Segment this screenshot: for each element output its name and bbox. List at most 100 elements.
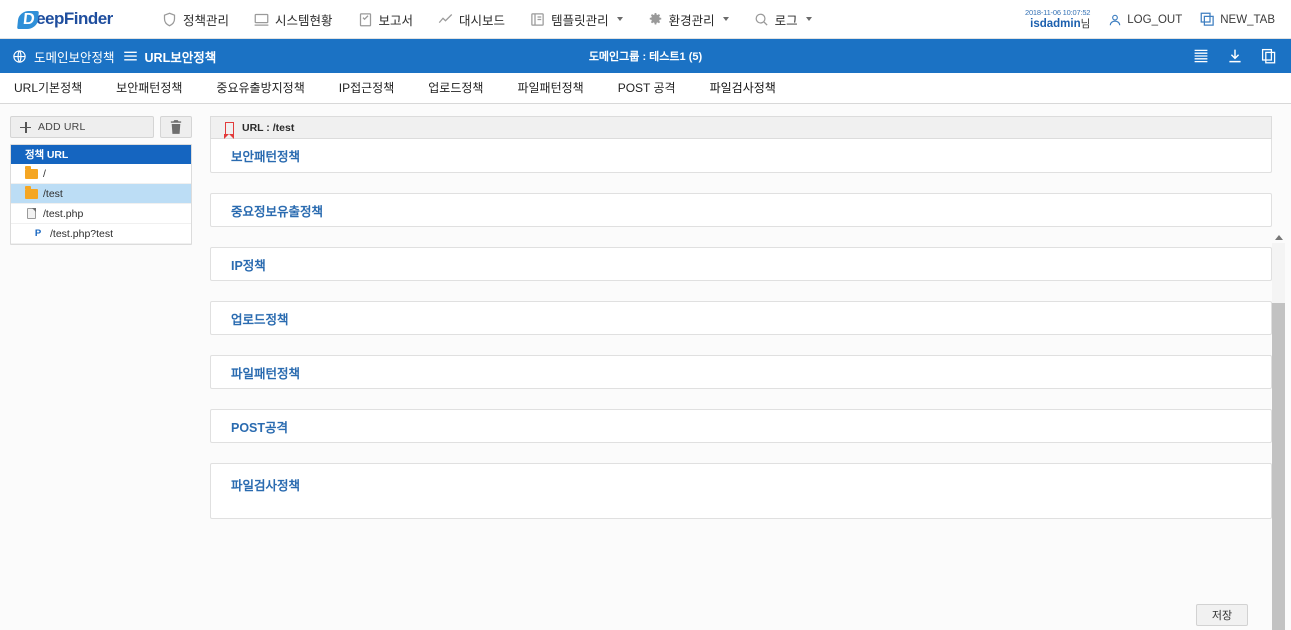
- tab-leak-prevention-policy[interactable]: 중요유출방지정책: [216, 73, 304, 104]
- tree-item-test[interactable]: /test: [11, 184, 191, 204]
- add-url-label: ADD URL: [38, 121, 86, 133]
- tab-ip-access-policy[interactable]: IP접근정책: [339, 73, 395, 104]
- logo-rest: eepFinder: [36, 8, 113, 28]
- scrollbar-track[interactable]: [1272, 243, 1285, 630]
- breadcrumb-label: URL보안정책: [144, 50, 217, 65]
- delete-url-button[interactable]: [160, 116, 192, 138]
- app-logo[interactable]: DeepFinder: [17, 6, 126, 32]
- nav-label: 환경관리: [668, 13, 715, 28]
- save-button[interactable]: 저장: [1196, 604, 1248, 626]
- accordion-label: 보안패턴정책: [231, 150, 301, 164]
- tab-security-pattern-policy[interactable]: 보안패턴정책: [116, 73, 182, 104]
- accordion-file-pattern-policy[interactable]: 파일패턴정책: [210, 355, 1272, 389]
- accordion-label: 업로드정책: [231, 312, 289, 327]
- sub-header: 도메인보안정책 URL보안정책 도메인그룹 : 테스트1 (5): [0, 39, 1291, 73]
- session-info: 2018-11-06 10:07:52 isdadmin님: [1025, 8, 1090, 32]
- url-bar-label: URL : /test: [242, 121, 295, 134]
- new-tab-button[interactable]: NEW_TAB: [1200, 12, 1275, 27]
- main-nav: 정책관리 시스템현황 보고서 대시보드 템플릿관리 환경관리 로그: [162, 10, 837, 29]
- nav-item-system-status[interactable]: 시스템현황: [254, 10, 333, 29]
- accordion-file-inspection-policy[interactable]: 파일검사정책: [210, 463, 1272, 519]
- folder-icon: [24, 186, 38, 199]
- accordion-security-pattern-policy[interactable]: 보안패턴정책: [210, 139, 1272, 173]
- policy-table-area: 저장 정책 검사대상 대응방법 로그종류 파일위변조 검사 TEXT: [210, 599, 1272, 630]
- chevron-down-icon: [616, 17, 623, 21]
- report-icon: [358, 12, 373, 27]
- nav-label: 정책관리: [183, 13, 230, 28]
- accordion-info-leak-policy[interactable]: 중요정보유출정책: [210, 193, 1272, 227]
- username-text: isdadmin: [1030, 18, 1081, 30]
- template-icon: [530, 12, 545, 27]
- tab-file-inspection-policy[interactable]: 파일검사정책: [710, 73, 776, 104]
- accordion-post-attack[interactable]: POST공격: [210, 409, 1272, 443]
- folder-icon: [24, 166, 38, 179]
- gear-icon: [648, 12, 663, 27]
- nav-item-log[interactable]: 로그: [754, 10, 812, 29]
- breadcrumb-item-url-policy[interactable]: URL보안정책: [123, 47, 217, 66]
- accordion-ip-policy[interactable]: IP정책: [210, 247, 1272, 281]
- tab-file-pattern-policy[interactable]: 파일패턴정책: [517, 73, 583, 104]
- monitor-icon: [254, 12, 269, 27]
- nav-item-policy-management[interactable]: 정책관리: [162, 10, 229, 29]
- shield-icon: [162, 12, 177, 27]
- download-icon[interactable]: [1227, 48, 1243, 64]
- main-panel: URL : /test 보안패턴정책 중요정보유출정책 IP정책 업로드정책 파…: [210, 116, 1272, 611]
- copy-icon[interactable]: [1261, 48, 1277, 64]
- nav-item-environment-management[interactable]: 환경관리: [648, 10, 729, 29]
- breadcrumb-item-domain-policy[interactable]: 도메인보안정책: [12, 47, 115, 66]
- tree-item-label: /: [43, 167, 46, 180]
- tree-item-label: /test: [43, 187, 63, 200]
- tree-item-test-php-param[interactable]: P /test.php?test: [11, 224, 191, 244]
- logout-label: LOG_OUT: [1127, 13, 1183, 26]
- breadcrumb: 도메인보안정책 URL보안정책: [12, 47, 216, 66]
- breadcrumb-label: 도메인보안정책: [34, 50, 115, 65]
- nav-label: 템플릿관리: [551, 13, 609, 28]
- session-timestamp: 2018-11-06 10:07:52: [1024, 7, 1091, 17]
- accordion-label: 파일패턴정책: [231, 366, 301, 381]
- url-tree: 정책 URL / /test /test.php P /test.php?tes…: [10, 144, 192, 245]
- scrollbar-up-arrow[interactable]: [1272, 232, 1285, 243]
- workspace: ADD URL 정책 URL / /test /test.php P /test…: [0, 104, 1291, 630]
- nav-label: 시스템현황: [275, 13, 333, 28]
- globe-icon: [13, 49, 26, 63]
- save-row: 저장: [210, 599, 1272, 630]
- nav-label: 보고서: [378, 13, 414, 28]
- accordion-label: 파일검사정책: [231, 479, 301, 493]
- logo-text: DeepFinder: [17, 8, 113, 29]
- nav-label: 대시보드: [459, 13, 506, 28]
- url-bar: URL : /test: [210, 116, 1272, 139]
- chevron-down-icon: [722, 17, 729, 21]
- tree-item-test-php[interactable]: /test.php: [11, 204, 191, 224]
- tree-item-root[interactable]: /: [11, 164, 191, 184]
- accordion-label: 중요정보유출정책: [231, 204, 324, 219]
- chevron-down-icon: [805, 17, 812, 21]
- nav-label: 로그: [774, 13, 798, 28]
- tab-url-basic-policy[interactable]: URL기본정책: [14, 73, 82, 104]
- tree-item-label: /test.php: [43, 207, 84, 220]
- tab-upload-policy[interactable]: 업로드정책: [428, 73, 483, 104]
- list-view-icon[interactable]: [1193, 48, 1209, 64]
- nav-item-dashboard[interactable]: 대시보드: [438, 10, 505, 29]
- tree-item-label: /test.php?test: [50, 227, 114, 240]
- sidebar: ADD URL 정책 URL / /test /test.php P /test…: [10, 116, 192, 245]
- search-icon: [754, 12, 769, 27]
- nav-item-template-management[interactable]: 템플릿관리: [530, 10, 623, 29]
- nav-item-report[interactable]: 보고서: [358, 10, 414, 29]
- vertical-scrollbar[interactable]: [1272, 232, 1285, 630]
- tab-post-attack[interactable]: POST 공격: [618, 73, 676, 104]
- sidebar-toolbar: ADD URL: [10, 116, 192, 138]
- logout-button[interactable]: LOG_OUT: [1108, 13, 1182, 27]
- tab-bar: URL기본정책 보안패턴정책 중요유출방지정책 IP접근정책 업로드정책 파일패…: [0, 73, 1291, 104]
- header-right-group: 2018-11-06 10:07:52 isdadmin님 LOG_OUT NE…: [1025, 0, 1275, 39]
- scrollbar-thumb[interactable]: [1272, 303, 1285, 630]
- file-icon: [24, 208, 38, 219]
- list-icon: [123, 51, 137, 61]
- user-icon: [1110, 14, 1121, 25]
- chart-line-icon: [438, 12, 453, 27]
- accordion-upload-policy[interactable]: 업로드정책: [210, 301, 1272, 335]
- policy-accordion: 보안패턴정책 중요정보유출정책 IP정책 업로드정책 파일패턴정책 POST공격…: [210, 139, 1272, 611]
- username-suffix: 님: [1080, 18, 1091, 30]
- add-url-button[interactable]: ADD URL: [10, 116, 154, 138]
- trash-icon: [170, 120, 182, 134]
- bookmark-icon: [224, 121, 235, 139]
